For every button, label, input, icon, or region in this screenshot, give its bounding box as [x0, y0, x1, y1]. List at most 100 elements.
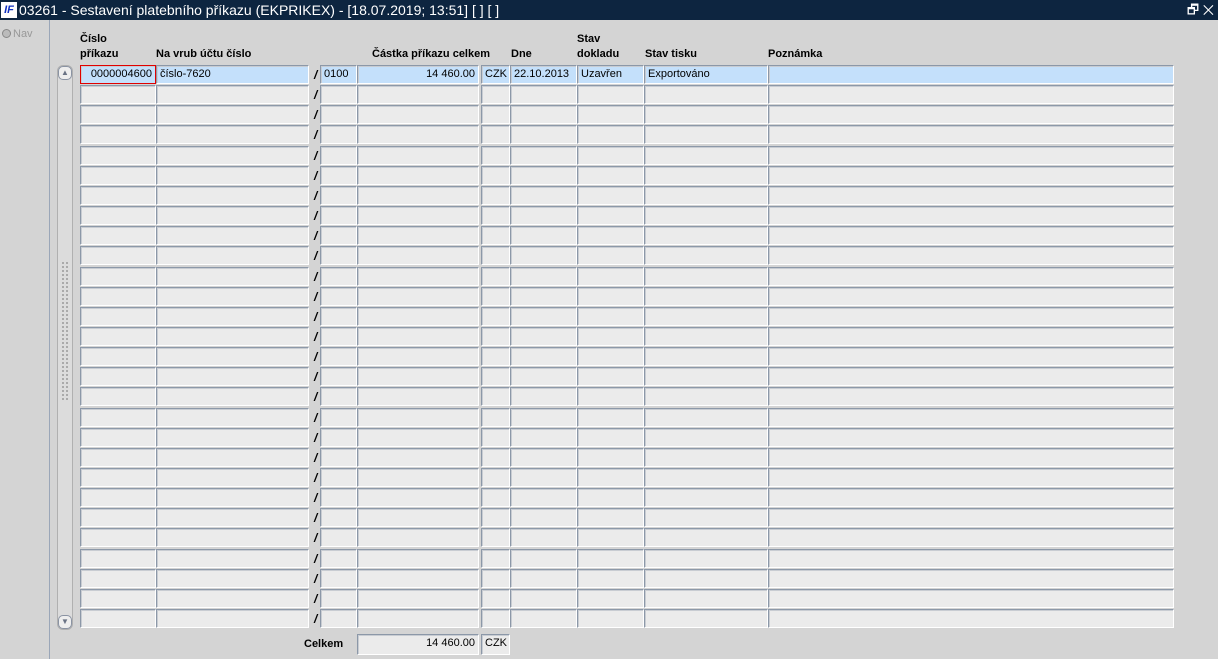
- cell-cislo[interactable]: [80, 609, 156, 629]
- cell-stav-dokladu[interactable]: [577, 528, 644, 548]
- cell-dne[interactable]: [510, 286, 577, 306]
- cell-cislo[interactable]: [80, 85, 156, 105]
- cell-poznamka[interactable]: [768, 145, 1174, 165]
- cell-dne[interactable]: [510, 568, 577, 588]
- cell-stav-dokladu[interactable]: [577, 185, 644, 205]
- cell-castka[interactable]: [357, 286, 479, 306]
- cell-dne[interactable]: [510, 125, 577, 145]
- cell-cislo[interactable]: [80, 407, 156, 427]
- cell-poznamka[interactable]: [768, 165, 1174, 185]
- cell-mena[interactable]: [481, 407, 510, 427]
- cell-castka[interactable]: [357, 508, 479, 528]
- cell-castka[interactable]: [357, 548, 479, 568]
- cell-poznamka[interactable]: [768, 387, 1174, 407]
- cell-stav-dokladu[interactable]: [577, 468, 644, 487]
- cell-mena[interactable]: [481, 206, 510, 226]
- cell-mena[interactable]: [481, 427, 510, 447]
- cell-stav-dokladu[interactable]: [577, 568, 644, 588]
- cell-mena[interactable]: [481, 326, 510, 346]
- cell-poznamka[interactable]: [768, 306, 1174, 326]
- cell-stav-dokladu[interactable]: [577, 407, 644, 427]
- cell-mena[interactable]: CZK: [481, 65, 510, 84]
- cell-stav-tisku[interactable]: [644, 568, 768, 588]
- cell-ucet[interactable]: [156, 145, 309, 165]
- cell-cislo[interactable]: [80, 528, 156, 548]
- cell-dne[interactable]: [510, 407, 577, 427]
- cell-ucet[interactable]: [156, 326, 309, 346]
- cell-cislo[interactable]: [80, 206, 156, 226]
- cell-banka[interactable]: [320, 447, 357, 467]
- cell-poznamka[interactable]: [768, 206, 1174, 226]
- cell-cislo[interactable]: [80, 165, 156, 185]
- cell-banka[interactable]: [320, 367, 357, 387]
- cell-cislo[interactable]: [80, 387, 156, 407]
- cell-mena[interactable]: [481, 246, 510, 266]
- cell-cislo[interactable]: [80, 246, 156, 266]
- cell-castka[interactable]: [357, 165, 479, 185]
- cell-banka[interactable]: [320, 387, 357, 407]
- cell-castka[interactable]: [357, 105, 479, 125]
- cell-stav-tisku[interactable]: [644, 306, 768, 326]
- cell-banka[interactable]: [320, 85, 357, 105]
- cell-poznamka[interactable]: [768, 427, 1174, 447]
- cell-ucet[interactable]: [156, 588, 309, 608]
- cell-banka[interactable]: [320, 105, 357, 125]
- cell-ucet[interactable]: [156, 206, 309, 226]
- cell-banka[interactable]: [320, 266, 357, 286]
- cell-stav-tisku[interactable]: [644, 246, 768, 266]
- cell-banka[interactable]: [320, 407, 357, 427]
- cell-stav-dokladu[interactable]: [577, 427, 644, 447]
- cell-stav-dokladu[interactable]: [577, 145, 644, 165]
- cell-ucet[interactable]: [156, 347, 309, 367]
- cell-ucet[interactable]: [156, 468, 309, 487]
- cell-stav-tisku[interactable]: [644, 609, 768, 629]
- cell-poznamka[interactable]: [768, 609, 1174, 629]
- cell-mena[interactable]: [481, 488, 510, 508]
- cell-castka[interactable]: [357, 266, 479, 286]
- cell-dne[interactable]: [510, 488, 577, 508]
- cell-stav-dokladu[interactable]: [577, 165, 644, 185]
- cell-stav-tisku[interactable]: [644, 548, 768, 568]
- cell-stav-tisku[interactable]: [644, 528, 768, 548]
- cell-dne[interactable]: [510, 427, 577, 447]
- cell-ucet[interactable]: [156, 548, 309, 568]
- cell-mena[interactable]: [481, 588, 510, 608]
- cell-cislo[interactable]: [80, 125, 156, 145]
- cell-stav-tisku[interactable]: [644, 326, 768, 346]
- cell-ucet[interactable]: [156, 286, 309, 306]
- cell-banka[interactable]: [320, 145, 357, 165]
- cell-dne[interactable]: [510, 185, 577, 205]
- cell-castka[interactable]: [357, 427, 479, 447]
- cell-ucet[interactable]: [156, 306, 309, 326]
- cell-banka[interactable]: [320, 528, 357, 548]
- cell-poznamka[interactable]: [768, 125, 1174, 145]
- cell-stav-tisku[interactable]: [644, 508, 768, 528]
- cell-mena[interactable]: [481, 185, 510, 205]
- cell-dne[interactable]: 22.10.2013: [510, 65, 577, 84]
- cell-stav-tisku[interactable]: [644, 206, 768, 226]
- cell-stav-tisku[interactable]: [644, 347, 768, 367]
- cell-cislo[interactable]: 0000004600: [80, 65, 156, 84]
- cell-banka[interactable]: [320, 185, 357, 205]
- cell-mena[interactable]: [481, 226, 510, 246]
- cell-cislo[interactable]: [80, 508, 156, 528]
- cell-poznamka[interactable]: [768, 65, 1174, 84]
- cell-stav-tisku[interactable]: [644, 367, 768, 387]
- cell-poznamka[interactable]: [768, 468, 1174, 487]
- cell-dne[interactable]: [510, 246, 577, 266]
- cell-castka[interactable]: [357, 387, 479, 407]
- cell-stav-tisku[interactable]: [644, 468, 768, 487]
- cell-castka[interactable]: [357, 407, 479, 427]
- cell-ucet[interactable]: [156, 407, 309, 427]
- nav-radio[interactable]: Nav: [2, 28, 33, 40]
- cell-ucet[interactable]: [156, 226, 309, 246]
- cell-castka[interactable]: [357, 145, 479, 165]
- cell-dne[interactable]: [510, 145, 577, 165]
- cell-mena[interactable]: [481, 105, 510, 125]
- cell-cislo[interactable]: [80, 347, 156, 367]
- cell-ucet[interactable]: [156, 427, 309, 447]
- cell-banka[interactable]: [320, 246, 357, 266]
- cell-castka[interactable]: [357, 246, 479, 266]
- cell-mena[interactable]: [481, 468, 510, 487]
- cell-ucet[interactable]: [156, 266, 309, 286]
